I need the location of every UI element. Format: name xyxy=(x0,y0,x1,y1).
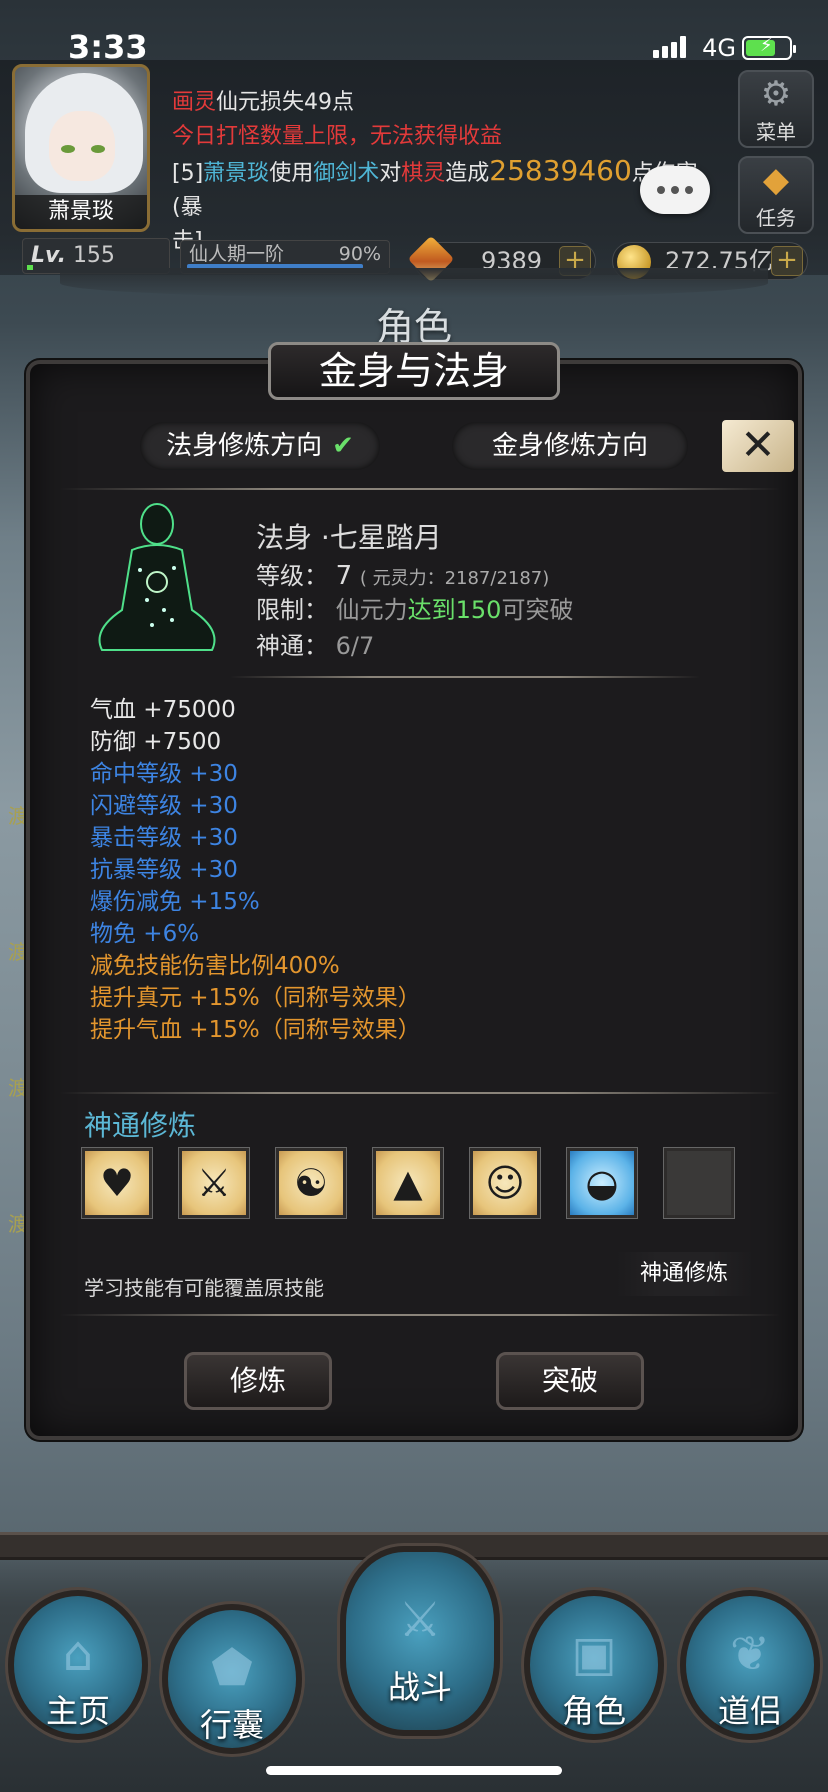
tasks-button[interactable]: ◆ 任务 xyxy=(738,156,814,234)
ingot-icon[interactable]: ◒ xyxy=(566,1147,638,1219)
bag-icon: ⬟ xyxy=(211,1640,253,1696)
avatar[interactable]: 萧景琰 xyxy=(12,64,150,232)
heart-pulse-icon[interactable]: ♥ xyxy=(81,1147,153,1219)
fashen-name: 法身 ·七星踏月 xyxy=(256,521,442,554)
divider xyxy=(60,1314,780,1316)
stat-line: 减免技能伤害比例400% xyxy=(90,953,340,979)
log-line-2: 今日打怪数量上限，无法获得收益 xyxy=(172,124,503,149)
home-indicator[interactable] xyxy=(266,1766,562,1775)
stat-line: 防御 +7500 xyxy=(90,729,222,755)
stat-line: 提升真元 +15%（同称号效果） xyxy=(90,985,421,1011)
side-text: 渡 xyxy=(8,804,28,828)
mountain-cloud-icon[interactable]: ▲ xyxy=(372,1147,444,1219)
divider xyxy=(60,1092,780,1094)
stat-line: 抗暴等级 +30 xyxy=(90,857,238,883)
train-button[interactable]: 修炼 xyxy=(184,1352,332,1410)
chat-bubble-icon[interactable] xyxy=(640,166,710,214)
empty-skill-slot[interactable] xyxy=(663,1147,735,1219)
player-name: 萧景琰 xyxy=(15,195,147,229)
nav-battle[interactable]: ⚔ 战斗 xyxy=(340,1546,500,1736)
close-button[interactable]: ✕ xyxy=(722,420,794,472)
stat-line: 暴击等级 +30 xyxy=(90,825,238,851)
stat-line: 物免 +6% xyxy=(90,921,200,947)
add-coins-button[interactable]: + xyxy=(771,246,803,276)
chest-icon: ▣ xyxy=(571,1626,617,1682)
level-row: 等级： 7 ( 元灵力：2187/2187) xyxy=(256,561,550,591)
log-line-1: 画灵仙元损失49点 xyxy=(172,90,355,115)
network-label: 4G xyxy=(702,34,736,62)
limit-row: 限制： 仙元力达到150可突破 xyxy=(256,596,574,624)
skill-hint: 学习技能有可能覆盖原技能 xyxy=(84,1276,324,1300)
side-text: 渡 xyxy=(8,1076,28,1100)
log-line-3: [5]萧景琰使用御剑术对棋灵造成25839460点伤害(暴 xyxy=(172,154,698,220)
side-text: 渡 xyxy=(8,940,28,964)
level-value: 155 xyxy=(72,243,115,268)
stage-name: 仙人期一阶 xyxy=(189,243,285,265)
sword-cloud-icon[interactable]: ⚔ xyxy=(178,1147,250,1219)
combat-log: 画灵仙元损失49点 今日打怪数量上限，无法获得收益 [5]萧景琰使用御剑术对棋灵… xyxy=(172,86,712,259)
warrior-icon[interactable]: ☺ xyxy=(469,1147,541,1219)
nav-home[interactable]: ⌂ 主页 xyxy=(8,1590,148,1740)
meditation-icon[interactable]: ☯ xyxy=(275,1147,347,1219)
section-title: 神通修炼 xyxy=(84,1109,197,1142)
nav-role[interactable]: ▣ 角色 xyxy=(524,1590,664,1740)
signal-icon xyxy=(653,36,686,58)
stat-line: 爆伤减免 +15% xyxy=(90,889,260,915)
stat-line: 气血 +75000 xyxy=(90,697,236,723)
tab-fashen[interactable]: 法身修炼方向 ✔ xyxy=(140,422,380,470)
stat-line: 提升气血 +15%（同称号效果） xyxy=(90,1017,421,1043)
check-icon: ✔ xyxy=(332,431,354,461)
breakthrough-button[interactable]: 突破 xyxy=(496,1352,644,1410)
stat-line: 闪避等级 +30 xyxy=(90,793,238,819)
stat-line: 命中等级 +30 xyxy=(90,761,238,787)
skill-train-link[interactable]: 神通修炼 xyxy=(616,1252,752,1296)
side-text: 渡 xyxy=(8,1212,28,1236)
panel-title: 金身与法身 xyxy=(268,342,560,400)
power-row: 神通： 6/7 xyxy=(256,632,375,660)
hud-ornament xyxy=(60,268,768,298)
battery-icon: ⚡ xyxy=(742,35,796,60)
home-icon: ⌂ xyxy=(62,1626,94,1682)
diamond-icon: ◆ xyxy=(762,160,790,200)
partner-icon: ❦ xyxy=(729,1626,771,1682)
nav-partner[interactable]: ❦ 道侣 xyxy=(680,1590,820,1740)
sword-icon: ⚔ xyxy=(398,1592,442,1648)
divider xyxy=(230,676,700,678)
divider xyxy=(60,488,780,490)
menu-button[interactable]: ⚙ 菜单 xyxy=(738,70,814,148)
meditation-figure-icon xyxy=(92,500,222,662)
nav-bag[interactable]: ⬟ 行囊 xyxy=(162,1604,302,1754)
fashen-level: 7 xyxy=(335,561,353,591)
gear-icon: ⚙ xyxy=(760,74,792,114)
tab-jinshen[interactable]: 金身修炼方向 xyxy=(452,422,688,470)
